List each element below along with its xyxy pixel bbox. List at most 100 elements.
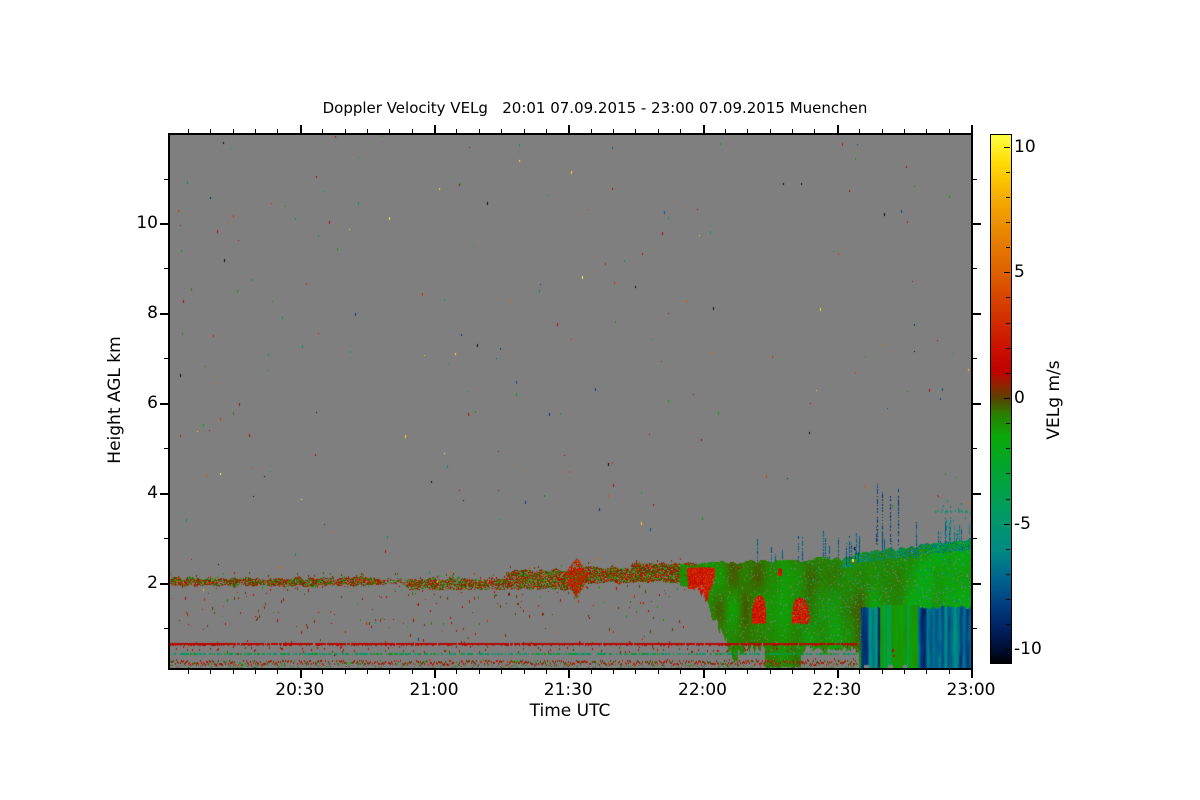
x-axis-tick: [747, 670, 748, 674]
colorbar-gradient: [990, 134, 1012, 664]
colorbar-tick: [1004, 272, 1010, 273]
x-axis-top-tick: [389, 129, 390, 133]
colorbar-tick: [1006, 423, 1010, 424]
x-tick-label: 23:00: [946, 680, 996, 700]
colorbar-tick-label: -10: [1014, 639, 1042, 660]
y-axis-tick: [164, 358, 168, 359]
plot-title: Doppler Velocity VELg 20:01 07.09.2015 -…: [322, 99, 868, 117]
y-tick-label: 6: [147, 393, 158, 414]
x-axis-tick: [255, 670, 256, 674]
x-axis-top-tick: [837, 125, 839, 133]
x-axis-top-tick: [524, 129, 525, 133]
x-axis-tick: [300, 670, 302, 678]
x-axis-top-tick: [322, 129, 323, 133]
x-axis-top-tick: [971, 125, 973, 133]
x-tick-label: 21:00: [409, 680, 459, 700]
colorbar-tick: [1006, 172, 1010, 173]
x-axis-top-tick: [277, 129, 278, 133]
y-tick-label: 10: [136, 213, 158, 234]
x-axis-tick: [658, 670, 659, 674]
x-axis-tick: [613, 670, 614, 674]
y-axis-right-tick: [973, 313, 981, 315]
x-tick-label: 21:30: [543, 680, 593, 700]
x-axis-top-tick: [658, 129, 659, 133]
y-tick-label: 8: [147, 303, 158, 324]
x-tick-label: 20:30: [275, 680, 325, 700]
colorbar-tick: [1006, 499, 1010, 500]
y-axis-right-tick: [973, 223, 981, 225]
x-axis-top-tick: [188, 129, 189, 133]
x-axis-tick: [389, 670, 390, 674]
x-axis-top-tick: [859, 129, 860, 133]
velocity-heatmap-canvas: [170, 135, 971, 668]
colorbar-tick: [1006, 373, 1010, 374]
y-axis-right-tick: [973, 448, 977, 449]
x-axis-top-tick: [635, 129, 636, 133]
y-axis-right-tick: [973, 583, 981, 585]
x-axis-top-tick: [456, 129, 457, 133]
colorbar-tick: [1004, 398, 1010, 399]
x-axis-tick: [837, 670, 839, 678]
x-axis-tick: [770, 670, 771, 674]
x-axis-tick: [345, 670, 346, 674]
y-axis-right-tick: [973, 403, 981, 405]
x-axis-tick: [971, 670, 973, 678]
colorbar-tick: [1006, 624, 1010, 625]
x-axis-tick: [546, 670, 547, 674]
x-axis-tick: [904, 670, 905, 674]
colorbar-tick: [1004, 147, 1010, 148]
colorbar-tick-label: 10: [1014, 136, 1036, 157]
y-axis-tick: [160, 223, 168, 225]
colorbar-tick: [1004, 649, 1010, 650]
y-axis-right-tick: [973, 493, 981, 495]
colorbar-tick-label: -5: [1014, 513, 1031, 534]
x-axis-top-tick: [412, 129, 413, 133]
x-axis-tick: [322, 670, 323, 674]
x-axis-label: Time UTC: [529, 701, 611, 721]
colorbar-tick: [1006, 473, 1010, 474]
y-tick-label: 4: [147, 482, 158, 503]
colorbar-tick: [1006, 448, 1010, 449]
x-axis-tick: [524, 670, 525, 674]
colorbar-tick: [1006, 574, 1010, 575]
x-axis-top-tick: [367, 129, 368, 133]
x-axis-top-tick: [613, 129, 614, 133]
colorbar-tick: [1006, 247, 1010, 248]
y-axis-right-tick: [973, 268, 977, 269]
x-axis-tick: [725, 670, 726, 674]
x-axis-top-tick: [210, 129, 211, 133]
x-axis-top-tick: [255, 129, 256, 133]
x-axis-top-tick: [926, 129, 927, 133]
x-axis-top-tick: [233, 129, 234, 133]
colorbar-tick-label: 5: [1014, 262, 1025, 283]
colorbar-tick: [1006, 348, 1010, 349]
doppler-velocity-figure: Doppler Velocity VELg 20:01 07.09.2015 -…: [0, 0, 1200, 800]
y-tick-label: 2: [147, 572, 158, 593]
x-axis-tick: [456, 670, 457, 674]
x-axis-tick: [792, 670, 793, 674]
y-axis-tick: [164, 538, 168, 539]
x-axis-tick: [501, 670, 502, 674]
x-axis-top-tick: [546, 129, 547, 133]
y-axis-tick: [160, 583, 168, 585]
x-axis-top-tick: [770, 129, 771, 133]
x-axis-tick: [859, 670, 860, 674]
x-axis-top-tick: [591, 129, 592, 133]
x-axis-top-tick: [479, 129, 480, 133]
x-axis-top-tick: [904, 129, 905, 133]
x-axis-tick: [434, 670, 436, 678]
x-axis-top-tick: [501, 129, 502, 133]
colorbar-tick: [1006, 297, 1010, 298]
y-axis-tick: [160, 313, 168, 315]
x-axis-tick: [949, 670, 950, 674]
y-axis-tick: [160, 493, 168, 495]
x-axis-tick: [703, 670, 705, 678]
x-axis-top-tick: [434, 125, 436, 133]
x-axis-tick: [367, 670, 368, 674]
colorbar-tick: [1006, 599, 1010, 600]
y-axis-tick: [164, 179, 168, 180]
x-axis-top-tick: [747, 129, 748, 133]
x-axis-top-tick: [949, 129, 950, 133]
colorbar-tick: [1006, 197, 1010, 198]
x-axis-tick: [188, 670, 189, 674]
